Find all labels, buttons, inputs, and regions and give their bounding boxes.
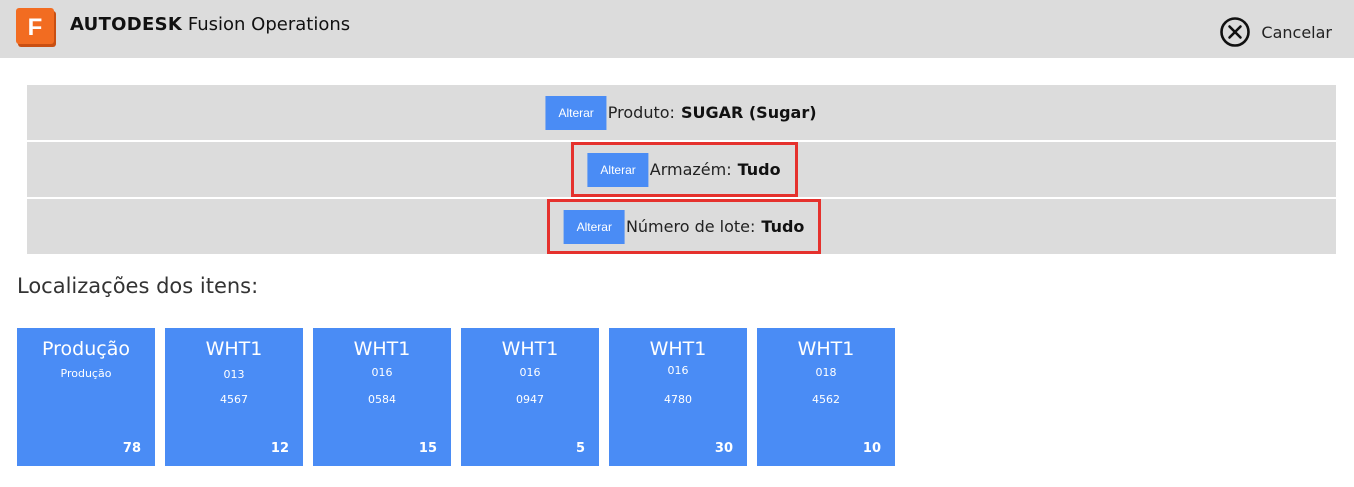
location-tile[interactable]: Produção Produção 78 (17, 328, 155, 466)
product-value: SUGAR (Sugar) (680, 103, 817, 122)
tile-lot: 0947 (516, 393, 544, 406)
svg-text:F: F (28, 14, 43, 41)
close-circle-icon (1220, 17, 1251, 47)
brand-name: AUTODESK (70, 14, 183, 35)
tile-lot: 4562 (812, 393, 840, 406)
location-tile[interactable]: WHT1 018 4562 10 (757, 328, 895, 466)
tile-bin: 016 (667, 364, 689, 377)
tile-quantity: 15 (418, 441, 437, 456)
app-title: AUTODESK Fusion Operations (70, 14, 350, 36)
tile-quantity: 30 (714, 441, 733, 456)
locations-title: Localizações dos itens: (17, 274, 259, 298)
product-name: Fusion Operations (187, 14, 351, 35)
filter-product: Alterar Produto: SUGAR (Sugar) (545, 95, 817, 130)
tile-bin: 016 (519, 366, 541, 379)
tile-title: WHT1 (353, 338, 411, 360)
tile-quantity: 78 (122, 441, 141, 456)
cancel-label: Cancelar (1261, 22, 1332, 42)
tile-title: WHT1 (205, 338, 263, 360)
tile-quantity: 12 (270, 441, 289, 456)
location-tile[interactable]: WHT1 016 0584 15 (313, 328, 451, 466)
tile-title: Produção (42, 338, 130, 360)
tile-title: WHT1 (797, 338, 855, 360)
tile-lot: 4780 (664, 393, 692, 406)
tile-quantity: 10 (862, 441, 881, 456)
fusion-logo-icon: F (16, 8, 56, 47)
tile-quantity: 5 (575, 441, 585, 456)
app-header: F AUTODESK Fusion Operations Cancelar (0, 0, 1354, 58)
tile-bin: 013 (223, 368, 245, 381)
tile-title: WHT1 (501, 338, 559, 360)
filter-row-product: Alterar Produto: SUGAR (Sugar) (27, 85, 1336, 140)
product-label: Produto: (607, 103, 675, 122)
tile-bin: 018 (815, 366, 837, 379)
tile-lot: 0584 (368, 393, 396, 406)
location-tile[interactable]: WHT1 016 4780 30 (609, 328, 747, 466)
tile-subtitle: Produção (60, 367, 112, 380)
tile-bin: 016 (371, 366, 393, 379)
change-product-button[interactable]: Alterar (545, 95, 607, 130)
cancel-button[interactable]: Cancelar (1219, 15, 1332, 49)
location-tile[interactable]: WHT1 013 4567 12 (165, 328, 303, 466)
lot-highlight-box (547, 199, 821, 254)
location-tile[interactable]: WHT1 016 0947 5 (461, 328, 599, 466)
tile-title: WHT1 (649, 338, 707, 360)
tile-lot: 4567 (220, 393, 248, 406)
warehouse-highlight-box (571, 142, 798, 197)
